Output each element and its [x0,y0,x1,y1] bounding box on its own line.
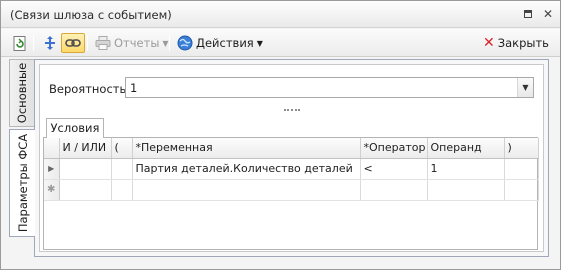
splitter-grip[interactable] [284,109,300,112]
expand-icon [45,36,55,50]
new-cell[interactable] [59,179,112,201]
tab-panel: Вероятность: 1 ▼ Условия И / ИЛИ (*Пере… [34,59,549,257]
probability-value: 1 [130,81,138,95]
new-cell[interactable] [427,179,505,201]
grid-header-row: И / ИЛИ ( *Переменная *Оператор Операнд … [44,138,539,159]
link-button[interactable] [61,33,85,53]
tab-conditions[interactable]: Условия [46,118,104,138]
column-header-close-paren[interactable]: ) [504,138,539,159]
actions-label: Действия [196,36,254,50]
reports-button[interactable]: Отчеты ▼ [91,33,173,53]
column-header-and-or[interactable]: И / ИЛИ [59,138,112,159]
window-title: (Связи шлюза с событием) [10,8,172,22]
cell-and-or[interactable] [59,158,112,180]
new-cell[interactable] [132,179,361,201]
row-header-corner [44,138,60,159]
probability-label: Вероятность: [49,82,131,96]
table-row[interactable]: ▶ Партия деталей.Количество деталей < 1 [44,158,539,180]
restore-icon[interactable] [521,7,535,21]
cell-variable[interactable]: Партия деталей.Количество деталей [132,158,361,180]
form-area: Вероятность: 1 ▼ Условия И / ИЛИ (*Пере… [39,64,544,252]
column-header-open-paren[interactable]: ( [111,138,133,159]
tab-fsa-params[interactable]: Параметры ФСА [9,129,35,237]
cell-operator[interactable]: < [360,158,428,180]
column-header-variable[interactable]: *Переменная [132,138,361,159]
row-indicator-icon[interactable]: ▶ [44,158,60,180]
close-label: Закрыть [497,36,549,50]
cell-operand[interactable]: 1 [427,158,505,180]
cell-close-paren[interactable] [504,158,539,180]
chevron-down-icon: ▼ [256,38,263,48]
refresh-button[interactable] [9,33,31,53]
printer-icon [95,36,111,50]
chevron-down-icon: ▼ [162,38,169,48]
column-header-operand[interactable]: Операнд [427,138,505,159]
close-button[interactable]: ✕ Закрыть [479,33,553,53]
conditions-grid: И / ИЛИ ( *Переменная *Оператор Операнд … [43,137,539,250]
cell-open-paren[interactable] [111,158,133,180]
expand-button[interactable] [38,33,62,53]
actions-button[interactable]: Действия ▼ [173,33,267,53]
tab-main[interactable]: Основные [9,59,34,127]
new-cell[interactable] [111,179,133,201]
new-row-icon[interactable]: ✱ [44,179,60,201]
new-cell[interactable] [360,179,428,201]
probability-combo[interactable]: 1 ▼ [125,77,534,98]
title-bar: (Связи шлюза с событием) ✕ [1,1,560,28]
close-icon[interactable]: ✕ [541,7,555,21]
vertical-tabs: Основные Параметры ФСА [9,59,35,237]
reports-label: Отчеты [114,36,160,50]
tab-main-label: Основные [15,62,29,124]
chevron-down-icon[interactable]: ▼ [517,78,533,97]
tab-fsa-params-label: Параметры ФСА [15,133,30,233]
refresh-icon [13,35,26,51]
close-icon: ✕ [483,35,495,51]
window: (Связи шлюза с событием) ✕ Отчеты ▼ Дейс… [0,0,561,270]
link-icon [65,39,81,47]
new-cell[interactable] [504,179,539,201]
column-header-operator[interactable]: *Оператор [360,138,428,159]
toolbar: Отчеты ▼ Действия ▼ ✕ Закрыть [1,29,560,57]
globe-icon [177,35,193,51]
new-row[interactable]: ✱ [44,179,539,201]
